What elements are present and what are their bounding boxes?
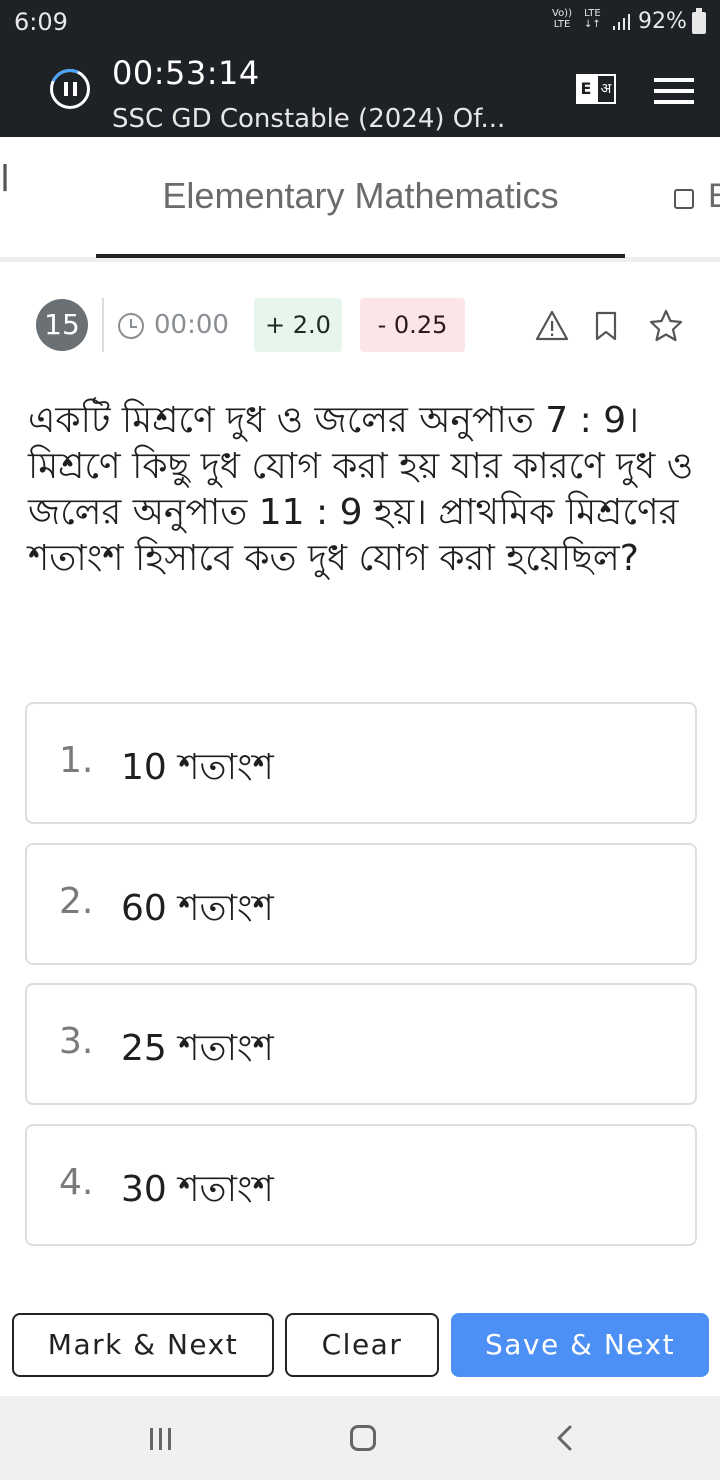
option-number: 4.: [59, 1162, 94, 1203]
report-icon[interactable]: [534, 308, 570, 344]
volte-lte-label: LTE: [553, 19, 571, 30]
option-number: 3.: [59, 1021, 94, 1062]
lang-hindi: अ: [596, 74, 616, 104]
battery-percent: 92%: [638, 9, 687, 34]
section-tabs: l Elementary Mathematics E: [0, 137, 720, 262]
home-icon[interactable]: [350, 1425, 376, 1451]
mark-and-next-button[interactable]: Mark & Next: [12, 1313, 274, 1377]
tab-elementary-mathematics[interactable]: Elementary Mathematics: [96, 175, 625, 217]
tab-next-partial[interactable]: E: [708, 177, 720, 216]
divider: [102, 298, 104, 352]
pause-bar-right: [73, 82, 77, 96]
exam-timer: 00:53:14: [112, 54, 260, 92]
option-2[interactable]: 2. 60 শতাংশ: [25, 843, 697, 965]
volte-indicator: Vo)) LTE: [552, 8, 572, 30]
language-toggle-icon[interactable]: E अ: [576, 72, 618, 106]
battery-icon: [692, 8, 706, 34]
tab-previous-partial[interactable]: l: [0, 159, 10, 200]
option-text: 10 শতাংশ: [121, 747, 274, 788]
positive-marks-badge: + 2.0: [254, 298, 342, 352]
save-and-next-button[interactable]: Save & Next: [451, 1313, 709, 1377]
option-text: 25 শতাংশ: [121, 1028, 274, 1069]
option-number: 2.: [59, 881, 94, 922]
lte-indicator: LTE ↓↑: [584, 8, 601, 30]
bookmark-icon[interactable]: [588, 308, 624, 344]
signal-icon: [613, 14, 630, 30]
question-info-bar: 15 00:00 + 2.0 - 0.25: [0, 290, 720, 362]
option-4[interactable]: 4. 30 শতাংশ: [25, 1124, 697, 1246]
data-arrows: ↓↑: [584, 19, 601, 30]
question-number-badge[interactable]: 15: [36, 299, 88, 351]
option-3[interactable]: 3. 25 শতাংশ: [25, 983, 697, 1105]
menu-icon[interactable]: [654, 78, 694, 104]
recent-apps-icon[interactable]: [150, 1428, 174, 1450]
system-nav-bar: [0, 1396, 720, 1480]
option-text: 60 শতাংশ: [121, 888, 274, 929]
option-text: 30 শতাংশ: [121, 1169, 274, 1210]
option-1[interactable]: 1. 10 শতাংশ: [25, 702, 697, 824]
timer-progress-arc: [44, 63, 96, 115]
active-tab-indicator: [96, 254, 625, 258]
lang-english: E: [576, 74, 596, 104]
tab-checkbox-icon[interactable]: [674, 189, 694, 209]
pause-icon[interactable]: [44, 63, 96, 115]
lte-label: LTE: [584, 8, 601, 19]
option-number: 1.: [59, 740, 94, 781]
volte-label: Vo)): [552, 8, 572, 19]
clock-icon: [118, 313, 144, 339]
status-time: 6:09: [14, 8, 68, 36]
question-text: একটি মিশ্রণে দুধ ও জলের অনুপাত 7 : 9। মি…: [28, 400, 694, 579]
exam-title: SSC GD Constable (2024) Of...: [112, 104, 506, 134]
status-bar: 6:09 Vo)) LTE LTE ↓↑ 92%: [0, 0, 720, 46]
question-time: 00:00: [154, 310, 229, 340]
clear-button[interactable]: Clear: [285, 1313, 439, 1377]
star-icon[interactable]: [648, 308, 684, 344]
back-icon[interactable]: [552, 1424, 578, 1452]
pause-bar-left: [64, 82, 68, 96]
exam-header: 00:53:14 SSC GD Constable (2024) Of... E…: [0, 46, 720, 137]
negative-marks-badge: - 0.25: [360, 298, 465, 352]
